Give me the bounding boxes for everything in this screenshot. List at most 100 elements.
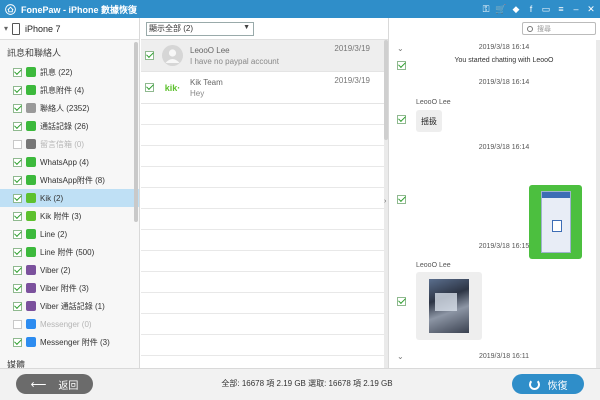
category-item[interactable]: Line (2) — [0, 225, 139, 243]
category-item[interactable]: 通話記錄 (26) — [0, 117, 139, 135]
category-checkbox[interactable] — [13, 103, 22, 113]
search-icon — [527, 25, 533, 32]
category-checkbox[interactable] — [13, 193, 22, 203]
category-item[interactable]: 訊息附件 (4) — [0, 81, 139, 99]
chevron-down-icon[interactable]: ⌄ — [397, 352, 404, 361]
category-label: Viber 附件 (3) — [40, 283, 89, 293]
menu-icon[interactable]: ≡ — [554, 2, 568, 16]
category-checkbox[interactable] — [13, 319, 22, 329]
conversation-checkbox[interactable] — [145, 51, 154, 60]
key-icon[interactable]: ⚿ — [479, 2, 493, 16]
filter-dropdown[interactable]: 顯示全部 (2) ▼ — [146, 21, 254, 36]
collapse-arrow-icon[interactable]: › — [384, 198, 386, 205]
category-icon — [26, 85, 36, 95]
category-checkbox[interactable] — [13, 121, 22, 131]
device-selector[interactable]: ▾ iPhone 7 — [0, 18, 139, 40]
timestamp: 2019/3/18 16:14 — [478, 144, 530, 151]
category-sidebar: ▾ iPhone 7 訊息和聯絡人 訊息 (22) 訊息附件 (4) 聯絡人 (23… — [0, 18, 140, 368]
timestamp: 2019/3/18 16:11 — [478, 353, 530, 360]
category-label: 聯絡人 (2352) — [40, 103, 90, 113]
timestamp: 2019/3/18 16:14 — [478, 44, 530, 51]
category-checkbox[interactable] — [13, 265, 22, 275]
category-item[interactable]: Line 附件 (500) — [0, 243, 139, 261]
category-checkbox[interactable] — [13, 175, 22, 185]
section-title-media: 媒體 — [7, 360, 26, 368]
category-list: 訊息 (22) 訊息附件 (4) 聯絡人 (2352) 通話記錄 (26) 留言信箱 (… — [0, 63, 139, 351]
category-checkbox[interactable] — [13, 247, 22, 257]
category-item[interactable]: 聯絡人 (2352) — [0, 99, 139, 117]
category-item[interactable]: Viber (2) — [0, 261, 139, 279]
device-name: iPhone 7 — [25, 23, 61, 34]
category-label: WhatsApp (4) — [40, 157, 89, 167]
chat-body: ⌄ 2019/3/18 16:14 You started chatting w… — [389, 40, 600, 368]
category-icon — [26, 301, 36, 311]
sidebar-scrollbar[interactable] — [134, 42, 138, 222]
empty-rows — [141, 104, 388, 377]
category-label: Messenger 附件 (3) — [40, 337, 110, 347]
category-label: Line (2) — [40, 229, 68, 239]
category-item[interactable]: 留言信箱 (0) — [0, 135, 139, 153]
category-checkbox[interactable] — [13, 301, 22, 311]
minimize-icon[interactable]: – — [569, 2, 583, 16]
message-checkbox[interactable] — [397, 297, 406, 306]
contact-name: LeooO Lee — [190, 45, 230, 55]
category-label: Kik 附件 (3) — [40, 211, 82, 221]
avatar — [162, 45, 183, 66]
section-title-messages-contacts: 訊息和聯絡人 — [7, 48, 62, 58]
recover-label: 恢復 — [547, 380, 568, 392]
conversation-row[interactable]: kik· Kik Team Hey 2019/3/19 — [141, 72, 388, 104]
category-checkbox[interactable] — [13, 67, 22, 77]
category-checkbox[interactable] — [13, 211, 22, 221]
empty-row — [141, 251, 388, 272]
category-item[interactable]: 訊息 (22) — [0, 63, 139, 81]
category-item[interactable]: Kik 附件 (3) — [0, 207, 139, 225]
category-label: Viber 通話記錄 (1) — [40, 301, 105, 311]
category-checkbox[interactable] — [13, 157, 22, 167]
category-icon — [26, 247, 36, 257]
title-bar: FonePaw - iPhone 數據恢復 ⚿ 🛒 ◆ f ▭ ≡ – ✕ — [0, 0, 600, 18]
message-checkbox[interactable] — [397, 195, 406, 204]
recover-icon — [528, 378, 540, 390]
category-item[interactable]: Viber 附件 (3) — [0, 279, 139, 297]
conversation-list: LeooO Lee I have no paypal account 2019/3/… — [141, 40, 388, 104]
conversation-checkbox[interactable] — [145, 83, 154, 92]
empty-row — [141, 104, 388, 125]
facebook-icon[interactable]: f — [524, 2, 538, 16]
close-icon[interactable]: ✕ — [584, 2, 598, 16]
conversation-row[interactable]: LeooO Lee I have no paypal account 2019/3/… — [141, 40, 388, 72]
category-checkbox[interactable] — [13, 337, 22, 347]
category-checkbox[interactable] — [13, 229, 22, 239]
category-item[interactable]: WhatsApp附件 (8) — [0, 171, 139, 189]
category-icon — [26, 67, 36, 77]
message-checkbox[interactable] — [397, 61, 406, 70]
chat-scrollbar[interactable] — [596, 40, 600, 368]
message-checkbox[interactable] — [397, 115, 406, 124]
category-checkbox[interactable] — [13, 85, 22, 95]
kik-logo-icon: kik· — [164, 82, 181, 93]
bottom-bar: ⟵ 返回 全部: 16678 項 2.19 GB 選取: 16678 項 2.1… — [0, 368, 600, 400]
chevron-down-icon[interactable]: ▾ — [4, 24, 8, 33]
image-message-incoming[interactable] — [416, 272, 482, 340]
category-checkbox[interactable] — [13, 139, 22, 149]
empty-row — [141, 293, 388, 314]
category-label: Messenger (0) — [40, 319, 92, 329]
category-item[interactable]: Viber 通話記錄 (1) — [0, 297, 139, 315]
filter-bar: 顯示全部 (2) ▼ — [141, 18, 388, 40]
diamond-icon[interactable]: ◆ — [509, 2, 523, 16]
category-icon — [26, 139, 36, 149]
category-label: Line 附件 (500) — [40, 247, 95, 257]
category-label: 訊息附件 (4) — [40, 85, 84, 95]
category-item[interactable]: Messenger (0) — [0, 315, 139, 333]
recover-button[interactable]: 恢復 — [512, 374, 584, 394]
chevron-down-icon[interactable]: ⌄ — [397, 44, 404, 53]
search-input[interactable]: 搜尋 — [522, 22, 596, 35]
cart-icon[interactable]: 🛒 — [494, 2, 508, 16]
category-item[interactable]: WhatsApp (4) — [0, 153, 139, 171]
category-item[interactable]: Messenger 附件 (3) — [0, 333, 139, 351]
chat-icon[interactable]: ▭ — [539, 2, 553, 16]
category-label: Kik (2) — [40, 193, 64, 203]
message-bubble: 揺扱 — [416, 110, 442, 132]
category-checkbox[interactable] — [13, 283, 22, 293]
home-icon[interactable] — [3, 2, 17, 16]
category-item[interactable]: Kik (2) — [0, 189, 139, 207]
